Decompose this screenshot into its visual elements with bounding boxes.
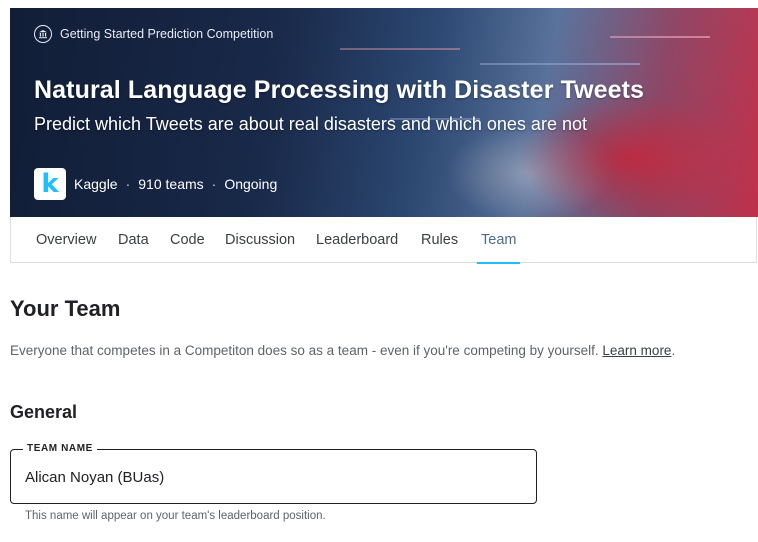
team-name-input[interactable]: [25, 466, 515, 488]
host-name[interactable]: Kaggle: [74, 176, 118, 192]
team-count: 910 teams: [138, 176, 204, 192]
bank-icon: [34, 25, 52, 43]
team-name-label: TEAM NAME: [23, 443, 97, 454]
team-name-helper: This name will appear on your team's lea…: [25, 510, 326, 522]
competition-subtitle: Predict which Tweets are about real disa…: [34, 114, 587, 134]
separator: ·: [125, 176, 131, 192]
competition-meta: k Kaggle · 910 teams · Ongoing: [34, 168, 277, 200]
general-heading: General: [10, 402, 78, 422]
tab-data[interactable]: Data: [118, 217, 149, 263]
team-intro-text: Everyone that competes in a Competiton d…: [10, 343, 675, 358]
tab-team[interactable]: Team: [477, 217, 521, 264]
kaggle-logo[interactable]: k: [34, 168, 66, 200]
competition-header: Getting Started Prediction Competition N…: [10, 8, 758, 217]
intro-period: .: [671, 343, 676, 358]
team-name-field[interactable]: TEAM NAME: [10, 443, 537, 504]
competition-tabs: Overview Data Code Discussion Leaderboar…: [10, 217, 757, 264]
separator: ·: [211, 176, 217, 192]
tab-rules[interactable]: Rules: [421, 217, 458, 263]
learn-more-link[interactable]: Learn more: [602, 343, 671, 358]
tab-code[interactable]: Code: [170, 217, 205, 263]
your-team-heading: Your Team: [10, 296, 121, 321]
competition-status: Ongoing: [224, 176, 278, 192]
tab-leaderboard[interactable]: Leaderboard: [316, 217, 398, 263]
competition-title: Natural Language Processing with Disaste…: [34, 76, 645, 104]
competition-category[interactable]: Getting Started Prediction Competition: [34, 23, 273, 45]
intro-text: Everyone that competes in a Competiton d…: [10, 343, 599, 358]
category-label: Getting Started Prediction Competition: [60, 27, 274, 41]
tab-discussion[interactable]: Discussion: [225, 217, 295, 263]
tab-overview[interactable]: Overview: [36, 217, 96, 263]
